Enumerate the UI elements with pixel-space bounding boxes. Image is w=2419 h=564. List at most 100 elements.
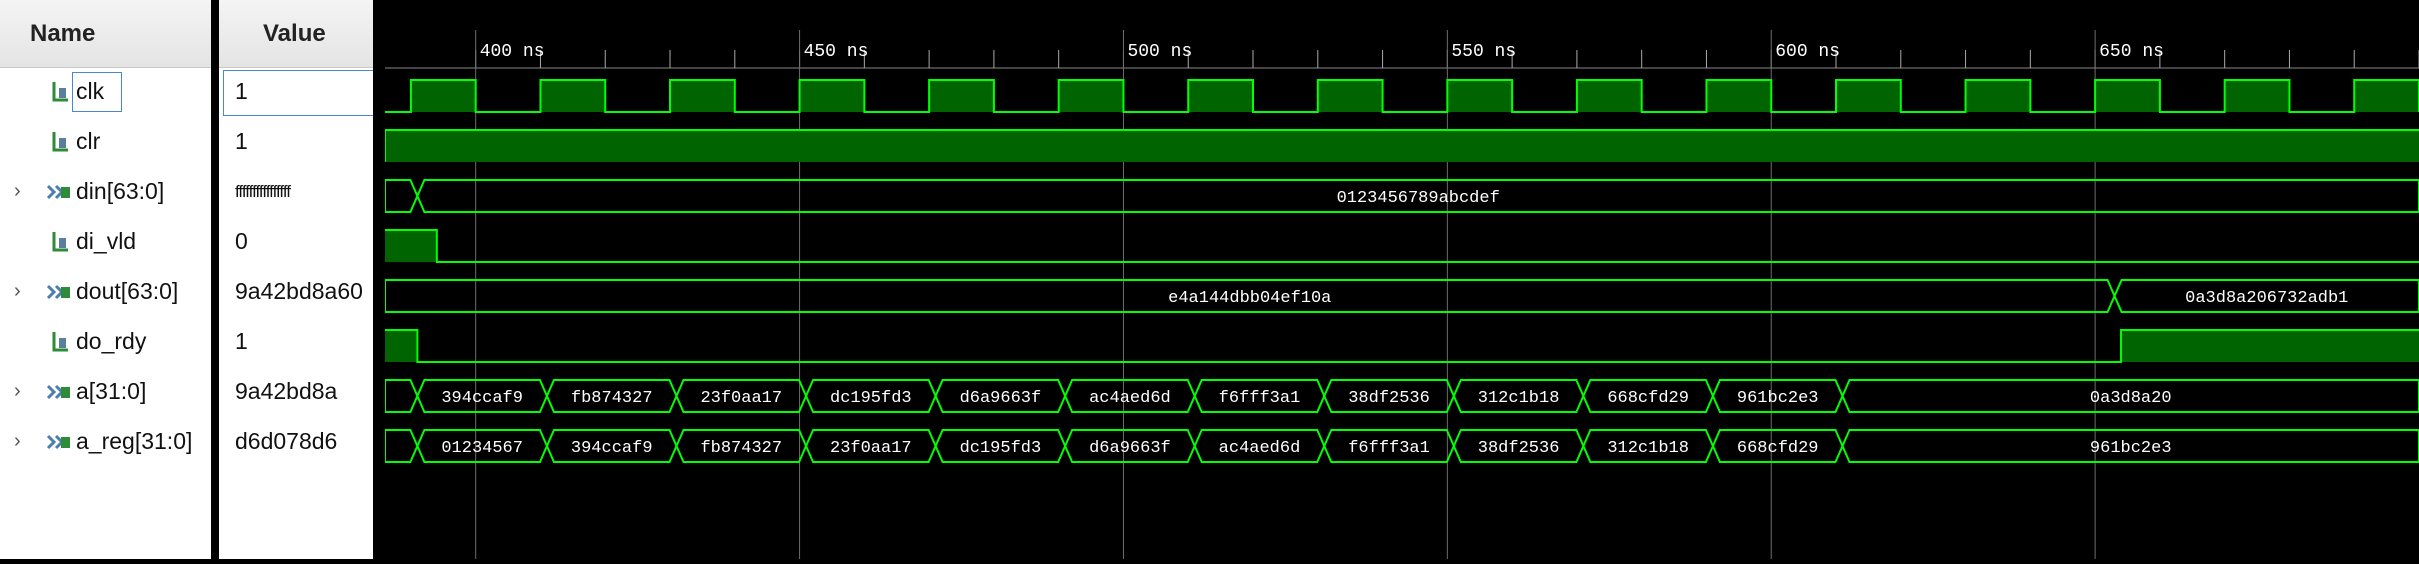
expand-chevron-icon[interactable]: › [14,180,21,203]
column-divider[interactable] [211,0,219,559]
value-column-header[interactable]: Value [219,0,373,68]
signal-name: clr [76,128,101,154]
a_reg-bus-value: f6fff3a1 [1348,439,1430,458]
a_reg-bus-value: 312c1b18 [1607,439,1689,458]
do-rdy-wave [385,329,2419,363]
value-text: 1 [235,128,248,154]
clk-high-pulse [1965,80,2031,112]
a_reg-bus-value: d6a9663f [1089,439,1171,458]
a-bus-segment [384,379,419,413]
a_reg-bus-value: 961bc2e3 [2090,439,2172,458]
signal-row-dout[interactable]: › dout[63:0] [0,268,211,318]
a-bus-value: 23f0aa17 [700,389,782,408]
a_reg-bus-value: 394ccaf9 [571,439,653,458]
signal-row-clk[interactable]: clk [0,68,211,118]
value-text: 9a42bd8a60 [235,278,363,304]
time-axis-label: 600 ns [1775,42,1840,62]
value-cell[interactable]: 9a42bd8a [219,368,373,418]
waveform-window: Name clk clr › din[63:0] di_vld › dout[6… [0,0,2419,559]
clk-high-pulse [1188,80,1254,112]
signal-row-a-reg[interactable]: › a_reg[31:0] [0,418,211,468]
signal-row-clr[interactable]: clr [0,118,211,168]
din-bus-value: 0123456789abcdef [1337,189,1500,208]
signal-row-do-rdy[interactable]: do_rdy [0,318,211,368]
a-bus-value: 961bc2e3 [1737,389,1819,408]
clk-high-pulse [540,80,606,112]
clk-high-pulse [799,80,865,112]
value-cell[interactable]: 0 [219,218,373,268]
clk-high-pulse [1576,80,1642,112]
a_reg-bus-value: 01234567 [441,439,523,458]
din-bus-segment [384,179,419,213]
bit-signal-icon [50,130,72,154]
clk-high-pulse [1706,80,1772,112]
value-text: d6d078d6 [235,428,338,454]
value-cell[interactable]: 1 [219,318,373,368]
signal-values-panel: Value 1 1 ffffffffffffffff 0 9a42bd8a60 … [219,0,375,559]
a-bus-value: fb874327 [571,389,653,408]
name-column-header[interactable]: Name [0,0,211,68]
signal-names-panel: Name clk clr › din[63:0] di_vld › dout[6… [0,0,211,559]
time-axis-label: 650 ns [2099,42,2164,62]
a_reg-bus-value: 38df2536 [1478,439,1560,458]
clk-high-pulse [670,80,735,112]
time-axis-label: 450 ns [804,42,869,62]
clk-high-pulse [929,80,994,112]
a-bus-value: 668cfd29 [1607,389,1689,408]
expand-chevron-icon[interactable]: › [14,380,21,403]
clk-high-pulse [1447,80,1513,112]
signal-name: do_rdy [76,328,147,354]
clk-high-pulse [410,80,476,112]
do-rdy-high-fill [385,330,418,362]
value-cell[interactable]: 1 [219,68,375,118]
value-cell[interactable]: d6d078d6 [219,418,373,468]
signal-name: din[63:0] [76,178,165,204]
waveform-svg: 400 ns 450 ns 500 ns 550 ns 600 ns 650 ns 0123… [384,30,2419,559]
value-text: 1 [235,78,248,104]
di-vld-wave [385,229,2419,263]
a-bus-value: 38df2536 [1348,389,1430,408]
time-axis-label: 500 ns [1127,42,1192,62]
clr-high-fill [385,130,2419,162]
value-text: 9a42bd8a [235,378,338,404]
signal-name: di_vld [76,228,137,254]
a_reg-bus-value: 23f0aa17 [830,439,912,458]
value-cell[interactable]: 9a42bd8a60 [219,268,373,318]
signal-row-di-vld[interactable]: di_vld [0,218,211,268]
expand-chevron-icon[interactable]: › [14,430,21,453]
value-header-label: Value [263,20,326,47]
signal-row-a[interactable]: › a[31:0] [0,368,211,418]
value-cell[interactable]: 1 [219,118,373,168]
time-axis-label: 550 ns [1451,42,1516,62]
bit-signal-icon [50,80,72,104]
value-cell[interactable]: ffffffffffffffff [219,168,373,218]
waveform-canvas[interactable]: 400 ns 450 ns 500 ns 550 ns 600 ns 650 ns 0123… [384,0,2419,559]
a_reg-bus-value: ac4aed6d [1219,439,1301,458]
column-divider[interactable] [373,0,385,559]
bus-signal-icon [46,430,70,454]
a-bus-value: 394ccaf9 [441,389,523,408]
signal-row-din[interactable]: › din[63:0] [0,168,211,218]
do-rdy-high-fill [2121,330,2419,362]
signal-name: a_reg[31:0] [76,428,193,454]
dout-bus-value: e4a144dbb04ef10a [1168,289,1331,308]
clk-high-pulse [2224,80,2290,112]
clk-high-pulse [1058,80,1124,112]
a_reg-bus-value: dc195fd3 [960,439,1042,458]
di-vld-high-fill [385,230,437,262]
dout-bus-value: 0a3d8a206732adb1 [2185,289,2348,308]
bit-signal-icon [50,330,72,354]
a-bus-value: dc195fd3 [830,389,912,408]
clk-high-pulse [2095,80,2160,112]
bus-signal-icon [46,280,70,304]
bus-signal-icon [46,380,70,404]
signal-name: a[31:0] [76,378,147,404]
value-text: 1 [235,328,248,354]
value-text: 0 [235,228,248,254]
time-axis-label: 400 ns [480,42,545,62]
a-bus-value: f6fff3a1 [1219,389,1301,408]
expand-chevron-icon[interactable]: › [14,280,21,303]
clk-high-pulse [1317,80,1383,112]
signal-name: clk [76,78,105,104]
a-bus-value: ac4aed6d [1089,389,1171,408]
